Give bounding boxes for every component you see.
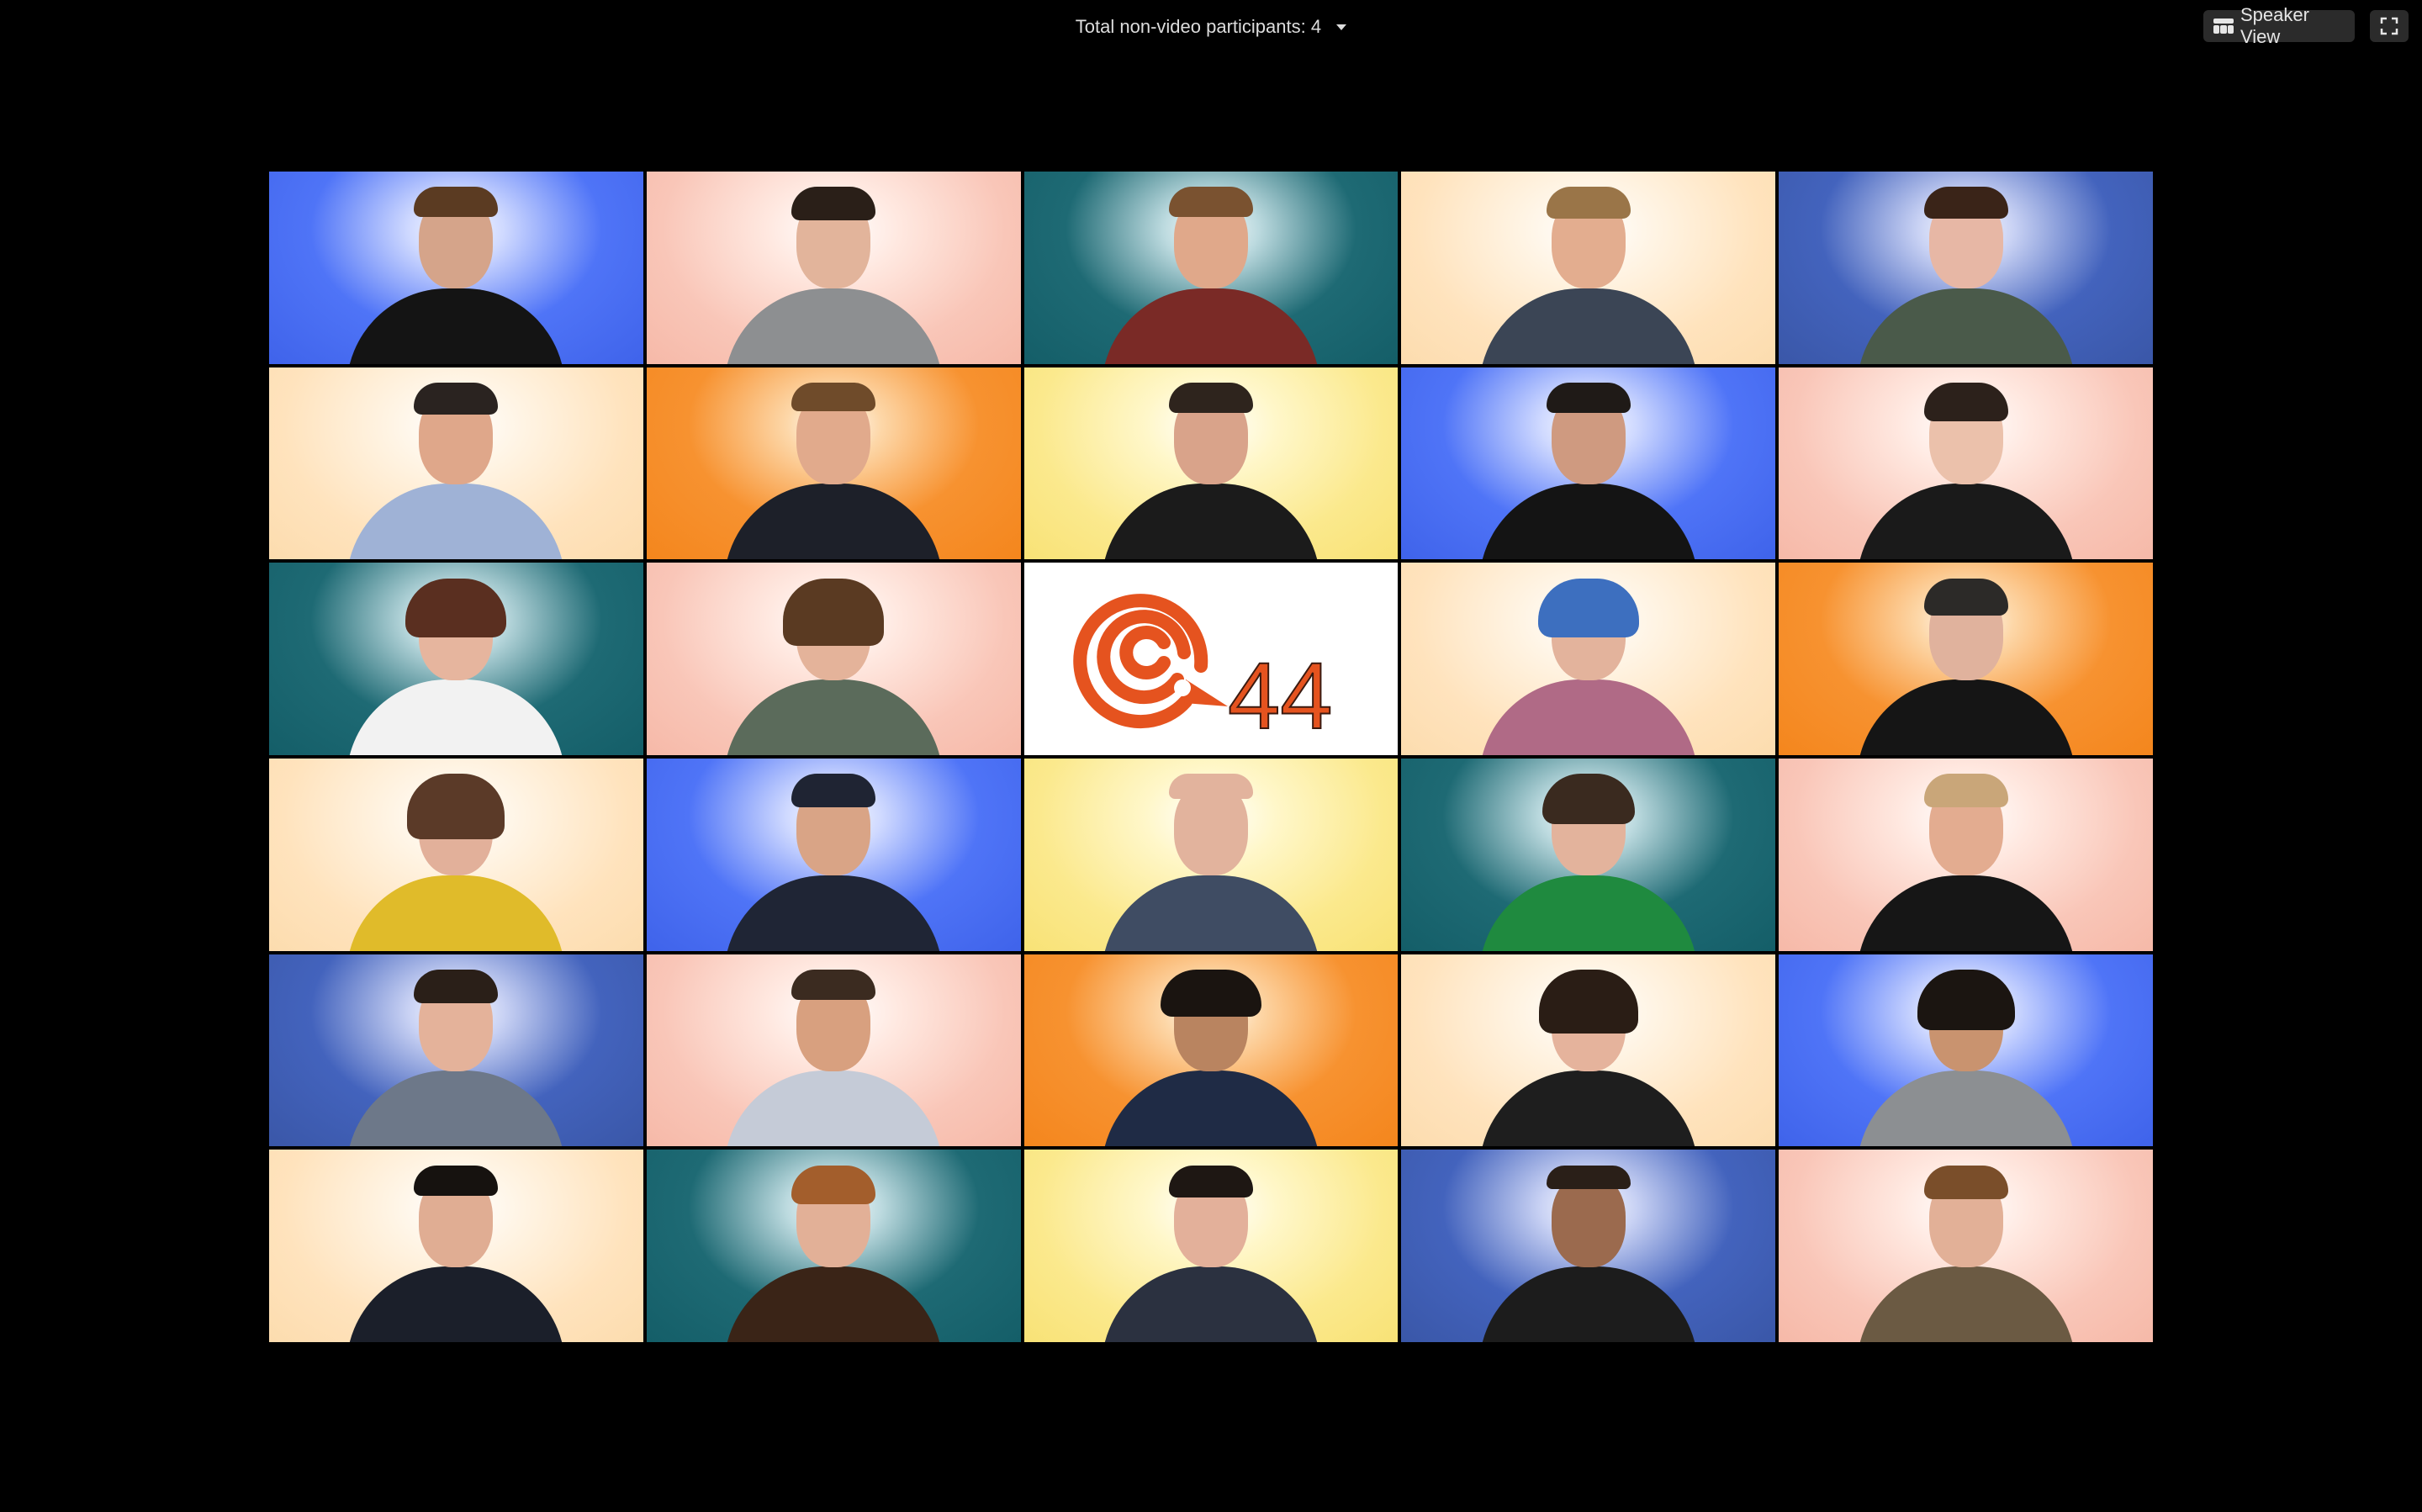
participant-video-tile[interactable]: [1023, 367, 1399, 560]
participant-video-tile[interactable]: [646, 759, 1021, 951]
participant-video-tile[interactable]: [269, 172, 643, 364]
participant-video: [647, 1150, 1021, 1342]
participant-video-tile[interactable]: [269, 1150, 643, 1342]
participant-video-tile[interactable]: [269, 954, 643, 1147]
chevron-down-icon: [1336, 24, 1347, 30]
participant-video: [1779, 367, 2153, 560]
participant-video: [1401, 1150, 1775, 1342]
participant-video-tile[interactable]: [1779, 172, 2153, 364]
participant-video: [1779, 172, 2153, 364]
non-video-participants-dropdown[interactable]: Total non-video participants: 4: [0, 15, 2422, 38]
fullscreen-icon: [2380, 17, 2398, 35]
participant-video-tile[interactable]: [1023, 759, 1399, 951]
participant-video: [1401, 172, 1775, 364]
participant-video-tile[interactable]: [646, 563, 1021, 755]
participant-video: [1401, 367, 1775, 560]
non-video-participants-label: Total non-video participants: 4: [1075, 16, 1322, 38]
participant-video-tile[interactable]: [646, 954, 1021, 1147]
participant-video: [647, 367, 1021, 560]
participant-video-tile[interactable]: [1401, 759, 1776, 951]
speaker-view-label: Speaker View: [2240, 4, 2309, 47]
participant-video: [269, 759, 643, 951]
participant-video: [269, 1150, 643, 1342]
participant-video: [1024, 172, 1399, 364]
participant-video-tile[interactable]: [1401, 954, 1776, 1147]
participant-video: [647, 759, 1021, 951]
participant-video: [1401, 759, 1775, 951]
participant-video-tile[interactable]: [1023, 172, 1399, 364]
participant-video-tile[interactable]: [646, 1150, 1021, 1342]
participant-video: [269, 954, 643, 1147]
participant-video: [269, 563, 643, 755]
participant-video-tile[interactable]: [1401, 172, 1776, 364]
participant-video-tile[interactable]: [269, 563, 643, 755]
speaker-view-icon: [2213, 19, 2234, 34]
participant-video: [647, 563, 1021, 755]
participant-video: [1024, 367, 1399, 560]
participant-video: [1401, 563, 1775, 755]
participant-video: [1401, 954, 1775, 1147]
gallery-view-grid: 44: [269, 172, 2153, 1342]
company-logo-tile[interactable]: 44: [1023, 563, 1399, 755]
participant-video: [1024, 1150, 1399, 1342]
participant-video: [1024, 954, 1399, 1147]
participant-video-tile[interactable]: [1401, 563, 1776, 755]
participant-video: [269, 172, 643, 364]
q44-logo: 44: [1024, 563, 1399, 755]
participant-video-tile[interactable]: [646, 172, 1021, 364]
participant-video: [1779, 759, 2153, 951]
participant-video-tile[interactable]: [269, 759, 643, 951]
participant-video-tile[interactable]: [1779, 954, 2153, 1147]
participant-video-tile[interactable]: [1779, 563, 2153, 755]
participant-video-tile[interactable]: [1023, 1150, 1399, 1342]
participant-video-tile[interactable]: [646, 367, 1021, 560]
q44-logo-icon: 44: [1073, 593, 1334, 743]
participant-video: [1024, 759, 1399, 951]
participant-video-tile[interactable]: [1779, 1150, 2153, 1342]
logo-text: 44: [1228, 643, 1333, 743]
participant-video: [647, 954, 1021, 1147]
participant-video: [1779, 1150, 2153, 1342]
participant-video-tile[interactable]: [269, 367, 643, 560]
participant-video-tile[interactable]: [1023, 954, 1399, 1147]
participant-video-tile[interactable]: [1401, 1150, 1776, 1342]
participant-video: [647, 172, 1021, 364]
participant-video: [1779, 954, 2153, 1147]
participant-video-tile[interactable]: [1401, 367, 1776, 560]
fullscreen-button[interactable]: [2370, 10, 2409, 42]
speaker-view-button[interactable]: Speaker View: [2203, 4, 2355, 47]
participant-video: [269, 367, 643, 560]
participant-video-tile[interactable]: [1779, 367, 2153, 560]
participant-video-tile[interactable]: [1779, 759, 2153, 951]
participant-video: [1779, 563, 2153, 755]
